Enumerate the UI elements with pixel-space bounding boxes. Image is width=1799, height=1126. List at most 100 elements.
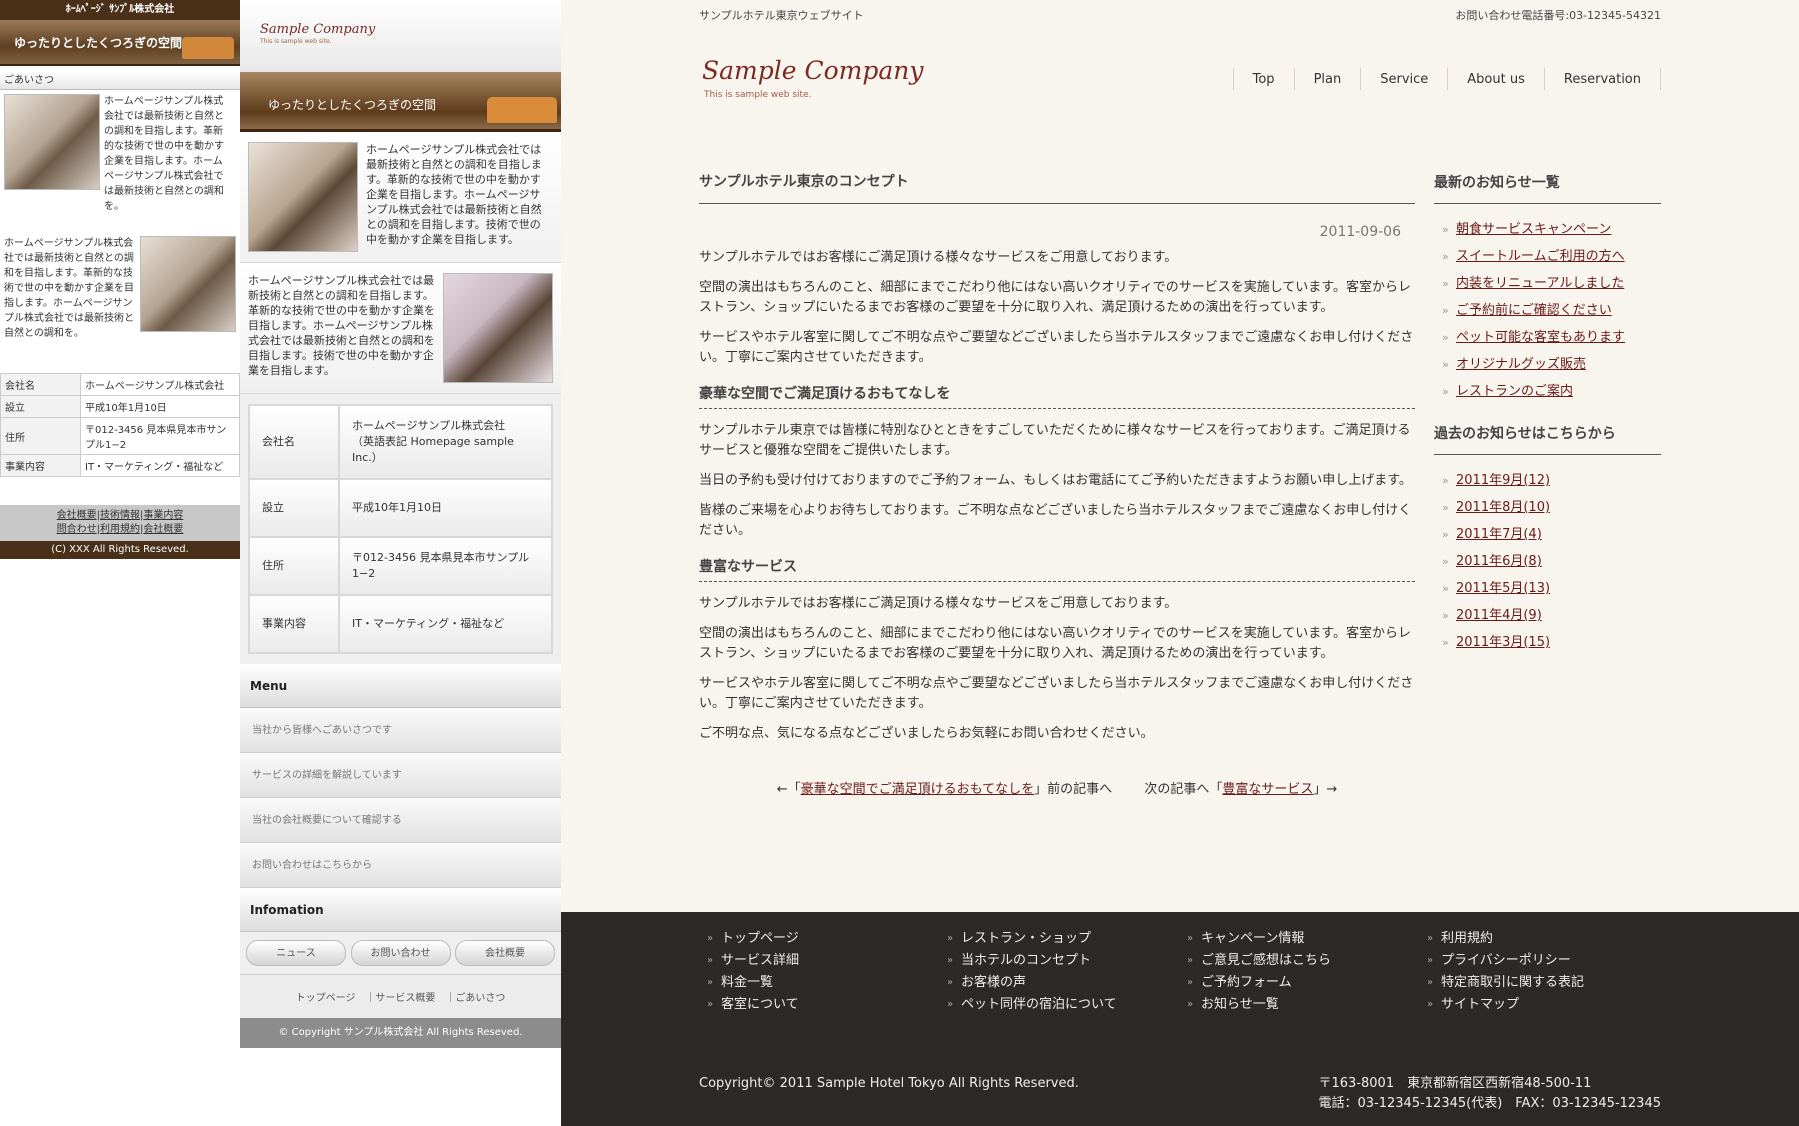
article-paragraph: サービスやホテル客室に関してご不明な点やご要望などございましたら当ホテルスタッフ… bbox=[699, 330, 1414, 365]
article-paragraph: サンプルホテル東京では皆様に特別なひとときをすごしていただくために様々なサービス… bbox=[699, 423, 1411, 458]
footer-link[interactable]: ご意見ご感想はこちら bbox=[1187, 950, 1427, 972]
site-logo[interactable]: Sample Company bbox=[702, 56, 924, 85]
article-paragraph: サービスやホテル客室に関してご不明な点やご要望などございましたら当ホテルスタッフ… bbox=[699, 676, 1414, 711]
nav-plan[interactable]: Plan bbox=[1293, 68, 1361, 90]
sidebar: 最新のお知らせ一覧 朝食サービスキャンペーン スイートルームご利用の方へ 内装を… bbox=[1434, 172, 1661, 674]
list-item: ペット可能な客室もあります bbox=[1434, 324, 1661, 351]
footer-column: 利用規約 プライバシーポリシー 特定商取引に関する表記 サイトマップ bbox=[1427, 928, 1667, 1016]
article-subheading: 豪華な空間でご満足頂けるおもてなしを bbox=[699, 384, 1415, 409]
nav-top[interactable]: Top bbox=[1232, 68, 1294, 90]
mobile-section-title: ごあいさつ bbox=[0, 72, 240, 90]
tablet-footer-links[interactable]: トップページ ｜サービス概要 ｜ごあいさつ bbox=[240, 974, 561, 1018]
news-link[interactable]: 朝食サービスキャンペーン bbox=[1456, 222, 1611, 237]
list-item: 2011年9月(12) bbox=[1434, 467, 1661, 494]
archive-link[interactable]: 2011年5月(13) bbox=[1456, 581, 1550, 596]
list-item: ご予約前にご確認ください bbox=[1434, 297, 1661, 324]
footer-link[interactable]: ペット同伴の宿泊について bbox=[947, 994, 1187, 1016]
archive-link[interactable]: 2011年3月(15) bbox=[1456, 635, 1550, 650]
news-title: 最新のお知らせ一覧 bbox=[1434, 172, 1661, 204]
footer-copyright: Copyright© 2011 Sample Hotel Tokyo All R… bbox=[699, 1076, 1079, 1091]
contact-button[interactable]: お問い合わせ bbox=[350, 940, 451, 966]
archive-link[interactable]: 2011年4月(9) bbox=[1456, 608, 1542, 623]
news-button[interactable]: ニュース bbox=[246, 940, 346, 966]
main-nav: Top Plan Service About us Reservation bbox=[1232, 68, 1661, 90]
footer-link-columns: トップページ サービス詳細 料金一覧 客室について レストラン・ショップ 当ホテ… bbox=[707, 928, 1667, 1016]
tablet-hero-text: ゆったりとしたくつろぎの空間 bbox=[268, 98, 437, 112]
site-footer: トップページ サービス詳細 料金一覧 客室について レストラン・ショップ 当ホテ… bbox=[561, 912, 1799, 1126]
archive-link[interactable]: 2011年8月(10) bbox=[1456, 500, 1550, 515]
nav-reservation[interactable]: Reservation bbox=[1543, 68, 1661, 90]
site-title: サンプルホテル東京ウェブサイト bbox=[699, 9, 864, 22]
mobile-link[interactable]: 技術情報 bbox=[100, 510, 140, 521]
next-article-link[interactable]: 豊富なサービス bbox=[1222, 782, 1313, 797]
news-link[interactable]: 内装をリニューアルしました bbox=[1456, 276, 1624, 291]
table-row: 事業内容 IT・マーケティング・福祉など bbox=[0, 454, 240, 477]
mobile-link[interactable]: 問合わせ bbox=[57, 524, 97, 535]
footer-link[interactable]: 客室について bbox=[707, 994, 947, 1016]
news-link[interactable]: オリジナルグッズ販売 bbox=[1456, 357, 1586, 372]
footer-link[interactable]: ご予約フォーム bbox=[1187, 972, 1427, 994]
archive-title: 過去のお知らせはこちらから bbox=[1434, 423, 1661, 455]
tablet-button-row: ニュース お問い合わせ 会社概要 bbox=[240, 932, 561, 974]
woman-photo bbox=[140, 236, 236, 332]
woman-photo bbox=[248, 142, 358, 252]
woman-photo bbox=[443, 273, 553, 383]
footer-link[interactable]: お客様の声 bbox=[947, 972, 1187, 994]
footer-link[interactable]: キャンペーン情報 bbox=[1187, 928, 1427, 950]
mobile-link[interactable]: 利用規約 bbox=[100, 524, 140, 535]
prev-article-link[interactable]: 豪華な空間でご満足頂けるおもてなしを bbox=[801, 782, 1034, 797]
table-row: 事業内容 IT・マーケティング・福祉など bbox=[250, 596, 551, 652]
news-link[interactable]: ペット可能な客室もあります bbox=[1456, 330, 1625, 345]
news-link[interactable]: ご予約前にご確認ください bbox=[1456, 303, 1612, 318]
list-item: レストランのご案内 bbox=[1434, 378, 1661, 405]
nav-service[interactable]: Service bbox=[1360, 68, 1447, 90]
article-date: 2011-09-06 bbox=[1319, 224, 1401, 240]
footer-column: キャンペーン情報 ご意見ご感想はこちら ご予約フォーム お知らせ一覧 bbox=[1187, 928, 1427, 1016]
mobile-link[interactable]: 事業内容 bbox=[143, 510, 183, 521]
article-paragraph: 皆様のご来場を心よりお待ちしております。ご不明な点などございましたら当ホテルスタ… bbox=[699, 503, 1412, 538]
archive-list: 2011年9月(12) 2011年8月(10) 2011年7月(4) 2011年… bbox=[1434, 467, 1661, 656]
footer-tel-line: 電話：03-12345-12345(代表) FAX：03-12345-12345 bbox=[1318, 1096, 1662, 1111]
tablet-header: Sample Company This is sample web site. bbox=[240, 0, 561, 72]
footer-link[interactable]: サイトマップ bbox=[1427, 994, 1667, 1016]
tablet-logo[interactable]: Sample Company bbox=[260, 22, 375, 37]
mobile-link[interactable]: 会社概要 bbox=[57, 510, 97, 521]
archive-link[interactable]: 2011年6月(8) bbox=[1456, 554, 1542, 569]
footer-link[interactable]: お知らせ一覧 bbox=[1187, 994, 1427, 1016]
tablet-menu-item[interactable]: 当社の会社概要について確認する bbox=[240, 798, 561, 843]
sofa-icon bbox=[182, 37, 234, 59]
footer-link[interactable]: 利用規約 bbox=[1427, 928, 1667, 950]
archive-link[interactable]: 2011年7月(4) bbox=[1456, 527, 1542, 542]
archive-link[interactable]: 2011年9月(12) bbox=[1456, 473, 1550, 488]
footer-link[interactable]: プライバシーポリシー bbox=[1427, 950, 1667, 972]
tablet-logo-sub: This is sample web site. bbox=[260, 38, 332, 45]
company-button[interactable]: 会社概要 bbox=[455, 940, 555, 966]
list-item: 2011年8月(10) bbox=[1434, 494, 1661, 521]
footer-link[interactable]: 料金一覧 bbox=[707, 972, 947, 994]
list-item: 2011年3月(15) bbox=[1434, 629, 1661, 656]
footer-link[interactable]: サービス詳細 bbox=[707, 950, 947, 972]
mobile-link[interactable]: 会社概要 bbox=[143, 524, 183, 535]
footer-link[interactable]: トップページ bbox=[707, 928, 947, 950]
list-item: 2011年5月(13) bbox=[1434, 575, 1661, 602]
tablet-text-2: ホームページサンプル株式会社では最新技術と自然との調和を目指します。革新的な技術… bbox=[248, 274, 435, 377]
tablet-preview: Sample Company This is sample web site. … bbox=[240, 0, 561, 1048]
woman-photo bbox=[4, 94, 100, 190]
article: サンプルホテル東京のコンセプト 2011-09-06 サンプルホテルではお客様に… bbox=[699, 172, 1415, 800]
footer-link[interactable]: 特定商取引に関する表記 bbox=[1427, 972, 1667, 994]
mobile-footer-links: 会社概要|技術情報|事業内容 問合わせ|利用規約|会社概要 bbox=[0, 505, 240, 541]
list-item: 2011年6月(8) bbox=[1434, 548, 1661, 575]
news-link[interactable]: スイートルームご利用の方へ bbox=[1456, 249, 1625, 264]
mobile-greeting-2: ホームページサンプル株式会社では最新技術と自然との調和を目指します。革新的な技術… bbox=[0, 232, 240, 345]
tablet-menu-item[interactable]: 当社から皆様へごあいさつです bbox=[240, 708, 561, 753]
tablet-company-table: 会社名 ホームページサンプル株式会社 （英語表記 Homepage sample I… bbox=[248, 404, 553, 654]
tablet-menu-item[interactable]: お問い合わせはこちらから bbox=[240, 843, 561, 888]
nav-about-us[interactable]: About us bbox=[1447, 68, 1544, 90]
mobile-copyright: (C) XXX All Rights Reseved. bbox=[0, 541, 240, 559]
tablet-hero-banner: ゆったりとしたくつろぎの空間 bbox=[240, 72, 561, 132]
article-title: サンプルホテル東京のコンセプト bbox=[699, 172, 1415, 204]
footer-link[interactable]: 当ホテルのコンセプト bbox=[947, 950, 1187, 972]
news-link[interactable]: レストランのご案内 bbox=[1456, 384, 1573, 399]
footer-link[interactable]: レストラン・ショップ bbox=[947, 928, 1187, 950]
tablet-menu-item[interactable]: サービスの詳細を解説しています bbox=[240, 753, 561, 798]
